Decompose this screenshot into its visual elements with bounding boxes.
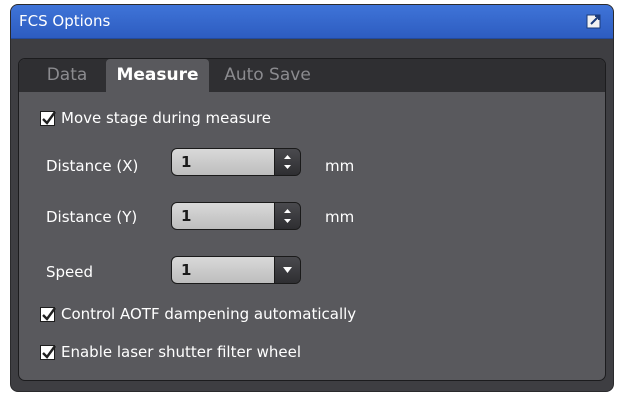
move-stage-checkbox[interactable] [40,110,56,126]
distance-x-label: Distance (X) [46,157,139,175]
distance-y-label: Distance (Y) [46,208,138,226]
tab-auto-save[interactable]: Auto Save [215,59,320,92]
speed-select[interactable]: 1 [171,256,301,284]
panel-title: FCS Options [19,12,111,30]
laser-shutter-label: Enable laser shutter filter wheel [61,343,302,361]
checkmark-icon [42,306,56,321]
checkmark-icon [42,110,56,125]
laser-shutter-checkbox[interactable] [40,344,56,360]
laser-shutter-row[interactable]: Enable laser shutter filter wheel [40,341,301,363]
tab-strip: Data Measure Auto Save [19,59,605,92]
spinner-arrows-icon[interactable] [274,203,300,229]
checkmark-icon [42,344,56,359]
title-bar: FCS Options [11,5,613,39]
distance-x-unit: mm [325,157,355,175]
distance-y-unit: mm [325,208,355,226]
fcs-options-panel: FCS Options Data Measure Auto Save Move … [10,4,614,392]
tab-data[interactable]: Data [32,59,102,92]
undock-icon[interactable] [586,12,604,29]
aotf-label: Control AOTF dampening automatically [61,305,357,323]
aotf-row[interactable]: Control AOTF dampening automatically [40,303,356,325]
distance-y-spinbox[interactable]: 1 [171,202,301,230]
distance-x-input[interactable]: 1 [172,149,275,175]
speed-value: 1 [172,257,275,283]
chevron-down-icon[interactable] [274,257,300,283]
tab-measure[interactable]: Measure [106,59,209,92]
spinner-arrows-icon[interactable] [274,149,300,175]
distance-y-input[interactable]: 1 [172,203,275,229]
move-stage-label: Move stage during measure [61,109,271,127]
aotf-checkbox[interactable] [40,306,56,322]
move-stage-row[interactable]: Move stage during measure [40,107,271,129]
distance-x-spinbox[interactable]: 1 [171,148,301,176]
speed-label: Speed [46,263,94,281]
